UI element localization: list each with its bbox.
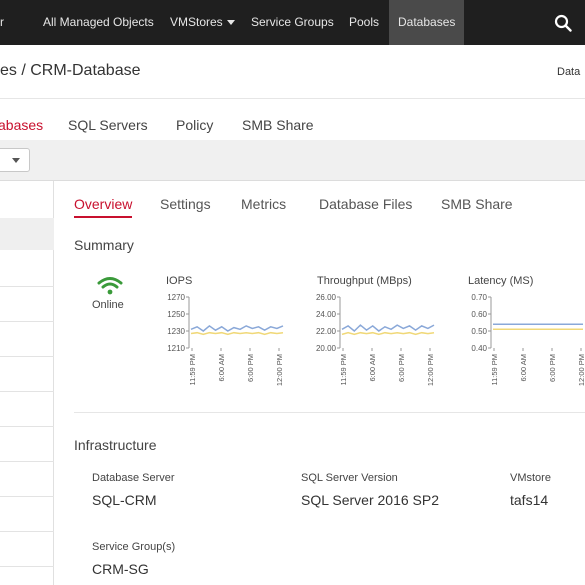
series-line-1	[190, 331, 284, 336]
sql-version-value: SQL Server 2016 SP2	[301, 492, 440, 508]
page-header: es / CRM-Database Data	[0, 45, 585, 99]
x-tick-label: 6:00 AM	[368, 354, 377, 382]
database-server-value[interactable]: SQL-CRM	[92, 492, 157, 508]
y-tick-label: 26.00	[316, 293, 337, 302]
nav-vmstores[interactable]: VMStores	[170, 0, 235, 45]
x-tick-label: 6:00 PM	[246, 354, 255, 382]
y-tick-label: 1270	[167, 293, 185, 302]
x-tick-label: 6:00 AM	[217, 354, 226, 382]
top-navigation: r All Managed Objects VMStores Service G…	[0, 0, 585, 45]
y-tick-label: 20.00	[316, 344, 337, 353]
y-tick-label: 0.70	[471, 293, 487, 302]
tab-database-files[interactable]: Database Files	[319, 196, 412, 212]
x-tick-label: 11:59 PM	[339, 354, 348, 386]
x-tick-label: 11:59 PM	[188, 354, 197, 386]
service-group-label: Service Group(s)	[92, 541, 176, 553]
chevron-down-icon	[12, 158, 20, 163]
nav-all-managed-objects[interactable]: All Managed Objects	[43, 0, 154, 45]
x-tick-label: 6:00 PM	[397, 354, 406, 382]
section-divider	[74, 412, 585, 413]
tab-metrics[interactable]: Metrics	[241, 196, 286, 212]
y-tick-label: 1210	[167, 344, 185, 353]
series-line-0	[341, 324, 435, 333]
filter-dropdown[interactable]	[0, 148, 30, 172]
y-tick-label: 1250	[167, 310, 185, 319]
tab-policy[interactable]: Policy	[176, 117, 213, 133]
x-tick-label: 11:59 PM	[490, 354, 499, 386]
series-line-0	[190, 324, 284, 332]
tab-sql-servers[interactable]: SQL Servers	[68, 117, 148, 133]
search-icon[interactable]	[554, 14, 572, 32]
summary-title: Summary	[74, 237, 134, 253]
vmstore-label: VMstore	[510, 472, 551, 484]
list-header	[0, 218, 54, 250]
y-tick-label: 0.50	[471, 327, 487, 336]
breadcrumb: es / CRM-Database	[0, 62, 141, 79]
list-row-divider	[0, 356, 54, 357]
x-tick-label: 12:00 PM	[275, 354, 284, 386]
x-tick-label: 12:00 PM	[426, 354, 435, 386]
sql-version-label: SQL Server Version	[301, 472, 398, 484]
list-row-divider	[0, 566, 54, 567]
primary-tabs: abases SQL Servers Policy SMB Share	[0, 100, 585, 143]
object-list-panel	[0, 181, 54, 585]
nav-pools[interactable]: Pools	[349, 0, 379, 45]
latency-chart-title: Latency (MS)	[468, 275, 534, 287]
y-tick-label: 1230	[167, 327, 185, 336]
y-tick-label: 0.60	[471, 310, 487, 319]
service-group-value[interactable]: CRM-SG	[92, 561, 149, 577]
y-tick-label: 0.40	[471, 344, 487, 353]
iops-chart: 1270 1250 1230 121011:59 PM 6:00 AM 6:00 PM 12…	[167, 293, 284, 386]
list-row-divider	[0, 286, 54, 287]
series-line-1	[341, 331, 435, 336]
throughput-chart: 26.00 24.00 22.00 20.0011:59 PM 6:00 AM 6:00 …	[316, 293, 435, 386]
list-row-divider	[0, 531, 54, 532]
tab-databases[interactable]: abases	[0, 117, 44, 143]
throughput-chart-title: Throughput (MBps)	[317, 275, 412, 287]
status-label: Online	[92, 299, 124, 311]
x-tick-label: 12:00 PM	[577, 354, 585, 386]
tab-smb-share-detail[interactable]: SMB Share	[441, 196, 513, 212]
list-row-divider	[0, 496, 54, 497]
vmstore-value[interactable]: tafs14	[510, 492, 548, 508]
chevron-down-icon	[226, 20, 235, 26]
nav-item-partial[interactable]: r	[0, 0, 4, 45]
filter-bar	[0, 140, 585, 181]
nav-databases[interactable]: Databases	[389, 0, 465, 45]
latency-chart: 0.70 0.60 0.50 0.4011:59 PM 6:00 AM 6:00 PM 12…	[471, 293, 585, 386]
tab-settings[interactable]: Settings	[160, 196, 211, 212]
detail-tabs: Overview Settings Metrics Database Files…	[74, 196, 585, 220]
wifi-icon	[97, 277, 123, 295]
tab-overview[interactable]: Overview	[74, 196, 133, 218]
list-row-divider	[0, 461, 54, 462]
x-tick-label: 6:00 PM	[548, 354, 557, 382]
list-row-divider	[0, 391, 54, 392]
nav-vmstores-label: VMStores	[170, 15, 223, 29]
nav-service-groups[interactable]: Service Groups	[251, 0, 334, 45]
tab-smb-share[interactable]: SMB Share	[242, 117, 314, 133]
y-tick-label: 22.00	[316, 327, 337, 336]
x-tick-label: 6:00 AM	[519, 354, 528, 382]
list-row-divider	[0, 321, 54, 322]
list-row-divider	[0, 426, 54, 427]
y-tick-label: 24.00	[316, 310, 337, 319]
header-right-label[interactable]: Data	[557, 66, 580, 78]
iops-chart-title: IOPS	[166, 275, 193, 287]
database-server-label: Database Server	[92, 472, 175, 484]
infrastructure-title: Infrastructure	[74, 437, 157, 453]
